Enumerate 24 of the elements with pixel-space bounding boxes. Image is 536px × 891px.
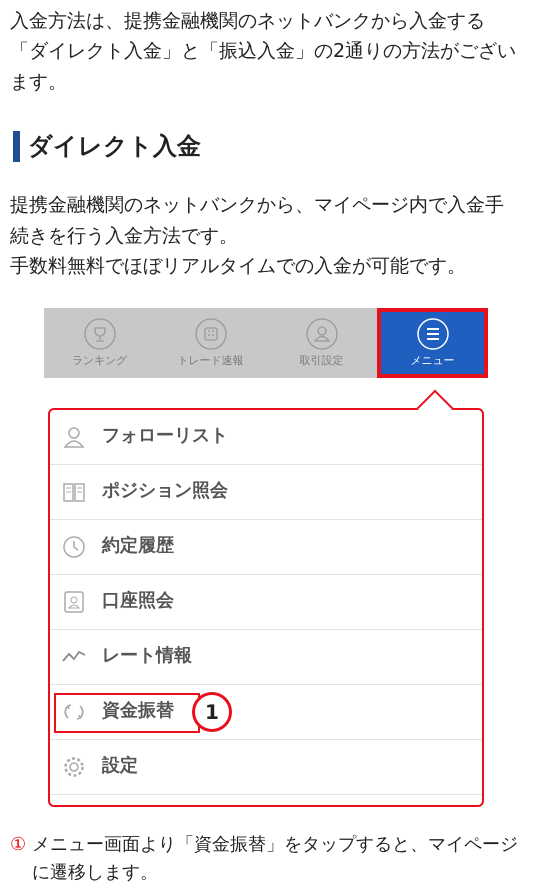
id-card-icon — [62, 590, 86, 614]
step-marker: ① — [10, 832, 26, 857]
clock-icon — [62, 534, 86, 559]
trend-line-icon — [62, 651, 86, 662]
section-heading: ダイレクト入金 — [13, 131, 522, 162]
menu-item[interactable]: 設定 — [50, 740, 482, 795]
menu-item[interactable]: 資金振替 1 — [50, 684, 482, 740]
note-text: メニュー画面より「資金振替」をタップすると、マイページに遷移します。 — [32, 832, 520, 886]
menu-item[interactable]: 口座照会 — [50, 574, 482, 630]
body-paragraph: 提携金融機関のネットバンクから、マイページ内で入金手続きを行う入金方法です。 — [10, 193, 505, 249]
step-number: 1 — [192, 692, 232, 732]
menu-item[interactable]: フォローリスト — [50, 410, 482, 465]
menu-item[interactable]: 約定履歴 — [50, 520, 482, 575]
trophy-icon — [84, 318, 116, 350]
person-icon — [306, 318, 338, 350]
grid-icon — [194, 318, 226, 350]
settings-icon — [62, 754, 86, 779]
person-icon — [62, 424, 86, 449]
menu-icon — [416, 318, 448, 350]
menu-item[interactable]: ポジション照会 — [50, 464, 482, 520]
menu-item[interactable]: レート情報 — [50, 630, 482, 685]
intro-paragraph: 入金方法は、提携金融機関のネットバンクから入金する「ダイレクト入金」と「振込入金」の2通りの方法がございます。 — [10, 9, 518, 95]
tab[interactable]: メニュー — [377, 308, 488, 378]
body-paragraph: 手数料無料でほぼリアルタイムでの入金が可能です。 — [10, 254, 467, 280]
